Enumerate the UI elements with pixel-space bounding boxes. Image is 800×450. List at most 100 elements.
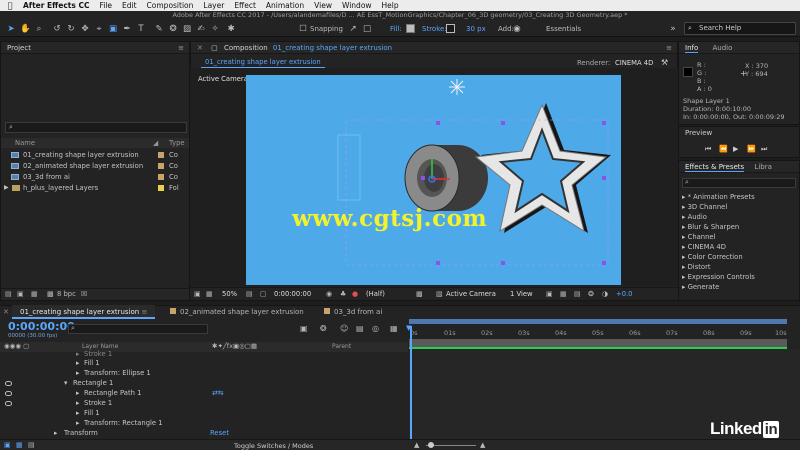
timeline-row[interactable]: ▸ Transform: Ellipse 1 bbox=[0, 368, 408, 378]
brush-tool-icon[interactable]: ✎ bbox=[154, 24, 164, 34]
prev-frame-icon[interactable]: ⏪ bbox=[719, 145, 728, 153]
selection-handle[interactable] bbox=[436, 261, 440, 265]
menu-app[interactable]: After Effects CC bbox=[18, 1, 94, 10]
stroke-width-value[interactable]: 30 px bbox=[466, 25, 486, 33]
selection-handle[interactable] bbox=[501, 121, 505, 125]
flowchart-icon[interactable]: ❂ bbox=[588, 290, 594, 298]
wrench-icon[interactable]: ⚒ bbox=[661, 58, 668, 67]
zoom-level[interactable]: 50% bbox=[222, 290, 237, 298]
fast-previews-icon[interactable]: ▦ bbox=[560, 290, 567, 298]
transfer-controls-icon[interactable]: ▦ bbox=[16, 441, 23, 449]
apple-icon[interactable]:  bbox=[4, 1, 16, 10]
grid-icon[interactable]: ▤ bbox=[246, 290, 253, 298]
transparency-grid-icon[interactable]: ▩ bbox=[416, 290, 423, 298]
draft-3d-icon[interactable]: ❂ bbox=[320, 324, 327, 333]
timeline-row[interactable]: ▸ Fill 1 bbox=[0, 408, 408, 418]
mask-visibility-icon[interactable]: ▢ bbox=[260, 290, 267, 298]
preview-title[interactable]: Preview bbox=[685, 129, 712, 137]
layer-duration-bar[interactable] bbox=[409, 339, 787, 347]
viewer-timecode[interactable]: 0:00:00:00 bbox=[274, 290, 311, 298]
effects-item[interactable]: ▸ Distort bbox=[679, 262, 799, 272]
current-time-indicator[interactable] bbox=[410, 326, 412, 440]
interpret-footage-icon[interactable]: ▤ bbox=[5, 290, 12, 298]
label-color-swatch[interactable] bbox=[158, 174, 164, 180]
camera-view-select[interactable]: Active Camera bbox=[446, 290, 496, 298]
timeline-row[interactable]: ▸ Stroke 1 bbox=[0, 398, 408, 408]
effects-item[interactable]: ▸ Color Correction bbox=[679, 252, 799, 262]
composition-canvas[interactable] bbox=[246, 75, 621, 285]
panel-menu-icon[interactable]: ≡ bbox=[178, 42, 184, 54]
type-tool-icon[interactable]: T bbox=[136, 24, 146, 34]
effects-item[interactable]: ▸ CINEMA 4D bbox=[679, 242, 799, 252]
timeline-row[interactable]: ▾ Rectangle 1 bbox=[0, 378, 408, 388]
project-item[interactable]: 03_3d from ai Co bbox=[1, 172, 189, 182]
timeline-search-input[interactable]: ⌕ bbox=[68, 324, 208, 334]
pan-behind-tool-icon[interactable]: ⌖ bbox=[94, 24, 104, 34]
tab-audio[interactable]: Audio bbox=[712, 44, 732, 52]
effects-item[interactable]: ▸ Generate bbox=[679, 282, 799, 292]
project-item[interactable]: 01_creating shape layer extrusion Co bbox=[1, 150, 189, 160]
effects-item[interactable]: ▸ 3D Channel bbox=[679, 202, 799, 212]
frame-blending-icon[interactable]: ▤ bbox=[356, 324, 364, 333]
bpc-label[interactable]: 8 bpc bbox=[57, 290, 76, 298]
play-icon[interactable]: ▶ bbox=[733, 145, 738, 153]
timeline-icon[interactable]: ▤ bbox=[574, 290, 581, 298]
toggle-switches-modes[interactable]: Toggle Switches / Modes bbox=[234, 442, 313, 450]
exposure-reset-icon[interactable]: ◑ bbox=[602, 290, 608, 298]
work-area-range[interactable] bbox=[409, 319, 787, 324]
shy-layers-icon[interactable]: ☺ bbox=[340, 324, 348, 333]
selection-handle[interactable] bbox=[436, 121, 440, 125]
zoom-slider-thumb[interactable] bbox=[428, 442, 434, 448]
trash-icon[interactable]: ☒ bbox=[81, 290, 87, 298]
toggle-pixel-icon[interactable]: ▣ bbox=[546, 290, 553, 298]
menu-view[interactable]: View bbox=[309, 1, 337, 10]
shape-tool-icon[interactable]: ▣ bbox=[108, 24, 118, 34]
project-item[interactable]: 02_animated shape layer extrusion Co bbox=[1, 161, 189, 171]
workspace-essentials[interactable]: Essentials bbox=[546, 25, 581, 33]
zoom-in-icon[interactable]: ▲ bbox=[480, 441, 485, 449]
effects-item[interactable]: ▸ Blur & Sharpen bbox=[679, 222, 799, 232]
rotate-tool-icon[interactable]: ↺ bbox=[52, 24, 62, 34]
first-frame-icon[interactable]: ⏮ bbox=[705, 145, 711, 154]
always-preview-icon[interactable]: ▣ bbox=[194, 290, 201, 298]
menu-edit[interactable]: Edit bbox=[117, 1, 142, 10]
3d-view-icon[interactable]: ▧ bbox=[436, 290, 443, 298]
puppet-pin-icon[interactable]: ✱ bbox=[226, 24, 236, 34]
timeline-tab-02[interactable]: 02_animated shape layer extrusion bbox=[162, 305, 312, 319]
work-area-bar[interactable] bbox=[409, 319, 787, 324]
exposure-value[interactable]: +0.0 bbox=[616, 290, 633, 298]
workspace-menu-icon[interactable]: » bbox=[668, 24, 678, 34]
menu-window[interactable]: Window bbox=[337, 1, 377, 10]
stroke-label[interactable]: Stroke: bbox=[422, 25, 447, 33]
selection-tool-icon[interactable]: ➤ bbox=[6, 24, 16, 34]
menu-help[interactable]: Help bbox=[377, 1, 404, 10]
label-color-swatch[interactable] bbox=[158, 163, 164, 169]
stroke-swatch[interactable] bbox=[446, 24, 455, 33]
view-layout-select[interactable]: 1 View bbox=[510, 290, 533, 298]
tab-menu-icon[interactable]: ≡ bbox=[141, 308, 147, 316]
timeline-tab-01[interactable]: 01_creating shape layer extrusion ≡ bbox=[12, 305, 156, 319]
comp-tab[interactable]: 01_creating shape layer extrusion bbox=[201, 57, 325, 68]
lock-icon[interactable]: ▢ bbox=[211, 44, 218, 52]
snapping-checkbox-icon[interactable]: ☐ bbox=[298, 24, 308, 34]
effects-item[interactable]: ▸ * Animation Presets bbox=[679, 192, 799, 202]
hand-tool-icon[interactable]: ✋ bbox=[20, 24, 31, 34]
snap-target-icon[interactable]: □ bbox=[362, 24, 372, 34]
col-type[interactable]: Type bbox=[169, 138, 185, 148]
new-comp-icon[interactable]: ▦ bbox=[31, 290, 38, 298]
timeline-current-time[interactable]: 0:00:00:00 bbox=[8, 320, 75, 333]
track-xy-camera-icon[interactable]: ✥ bbox=[80, 24, 90, 34]
resolution-select[interactable]: (Half) bbox=[366, 290, 385, 298]
menu-layer[interactable]: Layer bbox=[198, 1, 229, 10]
region-of-interest-icon[interactable]: ▦ bbox=[206, 290, 213, 298]
timeline-tab-03[interactable]: 03_3d from ai bbox=[316, 305, 390, 319]
reset-link[interactable]: Reset bbox=[210, 428, 229, 438]
menu-effect[interactable]: Effect bbox=[229, 1, 261, 10]
timeline-row[interactable]: ▸ Transform: Rectangle 1 bbox=[0, 418, 408, 428]
renderer-value[interactable]: CINEMA 4D bbox=[615, 59, 653, 67]
path-mode-icon[interactable]: ⇄⇆ bbox=[212, 388, 223, 398]
show-snapshot-icon[interactable]: ♣ bbox=[340, 290, 346, 298]
timeline-row[interactable]: ▸ Fill 1 bbox=[0, 358, 408, 368]
puppet-tool-icon[interactable]: ✧ bbox=[210, 24, 220, 34]
next-frame-icon[interactable]: ⏩ bbox=[747, 145, 756, 153]
